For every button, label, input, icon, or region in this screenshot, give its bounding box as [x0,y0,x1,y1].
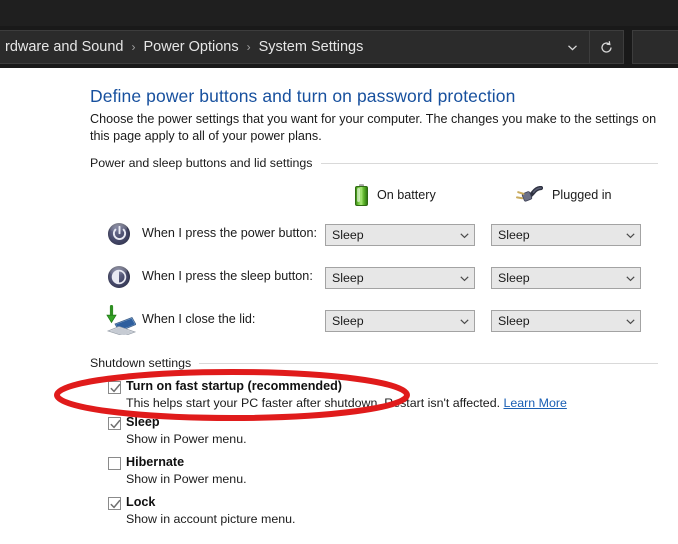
column-header-on-battery: On battery [355,184,436,206]
settings-page: Define power buttons and turn on passwor… [0,68,678,544]
chevron-down-icon [454,311,474,331]
checkbox-fast-startup[interactable] [108,381,121,394]
dropdown-value: Sleep [332,314,364,328]
page-description: Choose the power settings that you want … [90,112,657,143]
breadcrumb-separator-icon: › [246,40,251,54]
refresh-icon[interactable] [589,31,623,63]
group-header-label: Shutdown settings [90,356,192,370]
group-header-rule [320,162,658,164]
setting-row-sleep-button: When I press the sleep button: Sleep Sle… [90,261,658,295]
breadcrumb-item-system-settings[interactable]: System Settings [257,39,366,55]
checkbox-lock[interactable] [108,497,121,510]
setting-row-label: When I close the lid: [142,312,256,326]
power-button-icon [104,219,136,251]
page-title: Define power buttons and turn on passwor… [90,86,516,106]
dropdown-sleep-button-plugged-in[interactable]: Sleep [491,267,641,289]
breadcrumb-item-power-options[interactable]: Power Options [142,39,241,55]
dropdown-value: Sleep [332,271,364,285]
chevron-down-icon [454,225,474,245]
checkbox-sublabel: This helps start your PC faster after sh… [126,396,567,410]
chevron-down-icon [620,225,640,245]
breadcrumb-separator-icon: › [131,40,136,54]
setting-row-close-lid: When I close the lid: Sleep Sleep [90,304,658,338]
column-header-label: Plugged in [552,188,612,202]
sleep-button-icon [104,262,136,294]
checkbox-label: Turn on fast startup (recommended) [126,379,342,393]
dropdown-value: Sleep [498,228,530,242]
laptop-lid-icon [104,304,137,337]
dropdown-value: Sleep [498,271,530,285]
setting-row-label: When I press the sleep button: [142,269,313,283]
system-settings-window: rdware and Sound › Power Options › Syste… [0,0,678,544]
dropdown-sleep-button-on-battery[interactable]: Sleep [325,267,475,289]
chevron-down-icon [620,311,640,331]
checkbox-label: Lock [126,495,156,509]
column-header-plugged-in: Plugged in [515,185,612,204]
setting-row-label: When I press the power button: [142,226,318,240]
power-plug-icon [515,185,544,204]
chevron-down-icon [454,268,474,288]
learn-more-link[interactable]: Learn More [503,396,566,410]
checkbox-sleep[interactable] [108,417,121,430]
group-header-label: Power and sleep buttons and lid settings [90,156,313,170]
checkbox-hibernate[interactable] [108,457,121,470]
search-box[interactable] [632,30,678,64]
dropdown-power-button-plugged-in[interactable]: Sleep [491,224,641,246]
checkbox-sublabel: Show in account picture menu. [126,512,296,526]
setting-row-power-button: When I press the power button: Sleep Sle… [90,218,658,252]
dropdown-value: Sleep [498,314,530,328]
checkbox-label: Sleep [126,415,160,429]
checkbox-label: Hibernate [126,455,185,469]
breadcrumb-item-hardware-and-sound[interactable]: rdware and Sound [3,39,126,55]
address-bar[interactable]: rdware and Sound › Power Options › Syste… [0,30,624,64]
dropdown-power-button-on-battery[interactable]: Sleep [325,224,475,246]
dropdown-value: Sleep [332,228,364,242]
group-header-rule [199,362,658,364]
red-ellipse-annotation [52,368,412,422]
breadcrumb[interactable]: rdware and Sound › Power Options › Syste… [0,39,555,55]
dropdown-close-lid-on-battery[interactable]: Sleep [325,310,475,332]
chevron-down-icon[interactable] [555,31,589,63]
column-header-label: On battery [377,188,436,202]
battery-icon [355,184,368,206]
checkbox-sublabel: Show in Power menu. [126,432,247,446]
dropdown-close-lid-plugged-in[interactable]: Sleep [491,310,641,332]
window-titlebar [0,0,678,26]
checkbox-sublabel: Show in Power menu. [126,472,247,486]
checkbox-sublabel-text: This helps start your PC faster after sh… [126,396,501,410]
group-header-shutdown-settings: Shutdown settings [90,356,658,370]
chevron-down-icon [620,268,640,288]
group-header-power-and-sleep: Power and sleep buttons and lid settings [90,156,658,170]
